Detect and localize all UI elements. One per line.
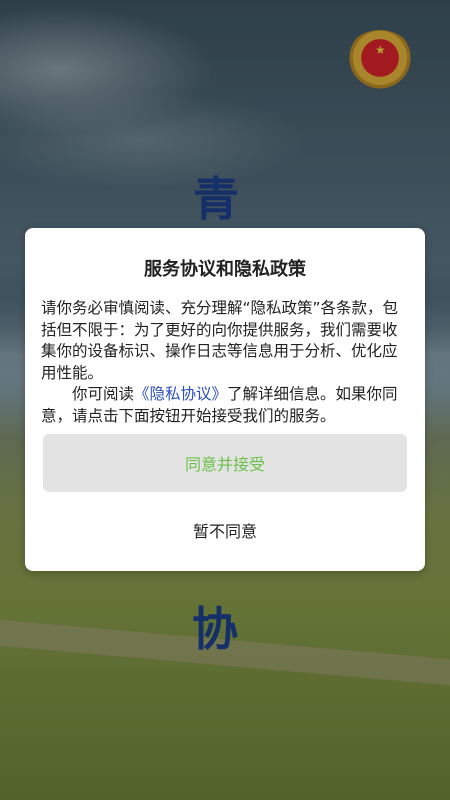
privacy-agreement-link[interactable]: 《隐私协议》 — [134, 385, 227, 403]
accept-button[interactable]: 同意并接受 — [43, 434, 407, 492]
privacy-dialog: 服务协议和隐私政策 请你务必审慎阅读、充分理解“隐私政策”各条款，包括但不限于：… — [25, 228, 425, 571]
dialog-paragraph-2: 你可阅读《隐私协议》了解详细信息。如果你同意，请点击下面按钮开始接受我们的服务。 — [41, 384, 411, 427]
dialog-paragraph-1: 请你务必审慎阅读、充分理解“隐私政策”各条款，包括但不限于：为了更好的向你提供服… — [41, 299, 399, 382]
paragraph-2-lead: 你可阅读 — [72, 385, 135, 403]
dialog-body: 请你务必审慎阅读、充分理解“隐私政策”各条款，包括但不限于：为了更好的向你提供服… — [41, 298, 411, 427]
dialog-title: 服务协议和隐私政策 — [144, 259, 306, 280]
decline-button[interactable]: 暂不同意 — [43, 510, 407, 550]
